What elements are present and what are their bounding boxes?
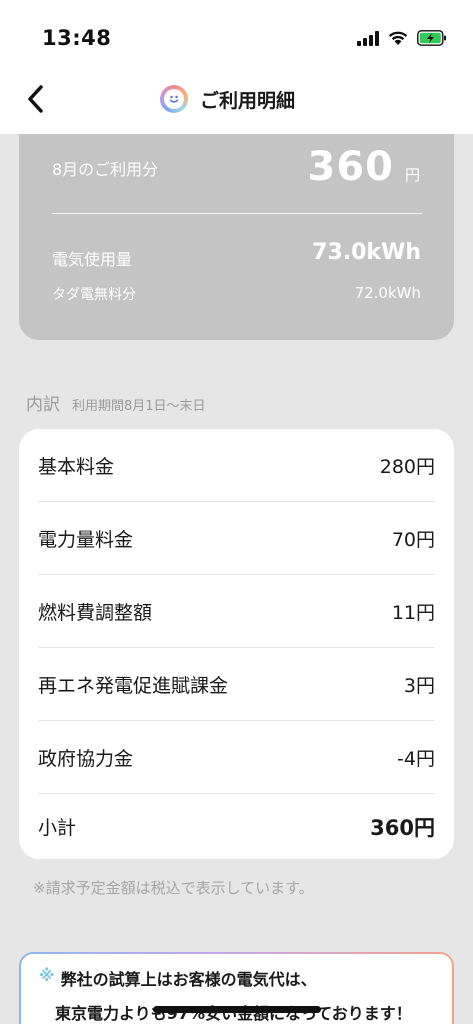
free-usage-label: タダ電無料分 bbox=[52, 287, 136, 303]
summary-divider bbox=[52, 213, 422, 214]
billing-amount-unit: 円 bbox=[404, 166, 420, 184]
row-label: 政府協力金 bbox=[38, 747, 134, 770]
tax-note: ※請求予定金額は税込で表示しています。 bbox=[33, 879, 314, 897]
savings-banner-line1: ※ 弊社の試算上はお客様の電気代は、 bbox=[39, 966, 434, 990]
breakdown-row-government-subsidy: 政府協力金 -4円 bbox=[38, 721, 435, 794]
row-label: 基本料金 bbox=[38, 455, 115, 478]
free-usage-value: 72.0kWh bbox=[354, 284, 421, 302]
billing-summary-card: 8月のご利用分 360 円 電気使用量 73.0kWh タダ電無料分 72.0k… bbox=[19, 134, 454, 340]
row-value: 70円 bbox=[391, 528, 435, 551]
signal-icon bbox=[357, 30, 379, 46]
billing-month-label: 8月のご利用分 bbox=[52, 160, 159, 179]
breakdown-card: 基本料金 280円 電力量料金 70円 燃料費調整額 11円 再エネ発電促進賦課… bbox=[19, 429, 454, 859]
breakdown-row-renewable-surcharge: 再エネ発電促進賦課金 3円 bbox=[38, 648, 435, 721]
breakdown-period: 利用期間8月1日～末日 bbox=[72, 399, 206, 414]
wifi-icon bbox=[387, 30, 409, 46]
subtotal-label: 小計 bbox=[38, 817, 77, 839]
row-value: -4円 bbox=[397, 747, 435, 770]
breakdown-row-energy-charge: 電力量料金 70円 bbox=[38, 502, 435, 575]
nav-title-group: ご利用明細 bbox=[160, 84, 295, 114]
subtotal-value: 360円 bbox=[370, 815, 435, 840]
smile-logo-icon bbox=[160, 85, 188, 113]
status-icons bbox=[357, 26, 447, 50]
savings-banner-text1: 弊社の試算上はお客様の電気代は、 bbox=[60, 970, 317, 989]
savings-banner[interactable]: ※ 弊社の試算上はお客様の電気代は、 東京電力よりも97%安い金額になっておりま… bbox=[19, 952, 454, 1024]
row-label: 燃料費調整額 bbox=[38, 601, 153, 624]
row-value: 11円 bbox=[391, 601, 435, 624]
usage-value: 73.0kWh bbox=[312, 240, 421, 265]
top-bar: 13:48 ご利用明細 bbox=[0, 0, 473, 134]
breakdown-row-basic-charge: 基本料金 280円 bbox=[38, 429, 435, 502]
back-button[interactable] bbox=[22, 82, 50, 116]
row-label: 電力量料金 bbox=[38, 528, 134, 551]
row-label: 再エネ発電促進賦課金 bbox=[38, 674, 229, 697]
usage-label: 電気使用量 bbox=[52, 250, 133, 269]
breakdown-heading: 内訳 利用期間8月1日～末日 bbox=[26, 390, 206, 415]
breakdown-title: 内訳 bbox=[26, 395, 60, 415]
chevron-left-icon bbox=[28, 85, 43, 113]
home-indicator[interactable] bbox=[153, 1006, 321, 1013]
battery-charging-icon bbox=[417, 30, 447, 46]
breakdown-row-subtotal: 小計 360円 bbox=[38, 790, 435, 863]
page-title: ご利用明細 bbox=[200, 89, 296, 112]
breakdown-row-fuel-adjustment: 燃料費調整額 11円 bbox=[38, 575, 435, 648]
billing-amount: 360 bbox=[307, 144, 394, 190]
note-mark: ※ bbox=[39, 966, 55, 985]
row-value: 3円 bbox=[403, 674, 435, 697]
status-time: 13:48 bbox=[42, 26, 112, 50]
row-value: 280円 bbox=[379, 455, 435, 478]
